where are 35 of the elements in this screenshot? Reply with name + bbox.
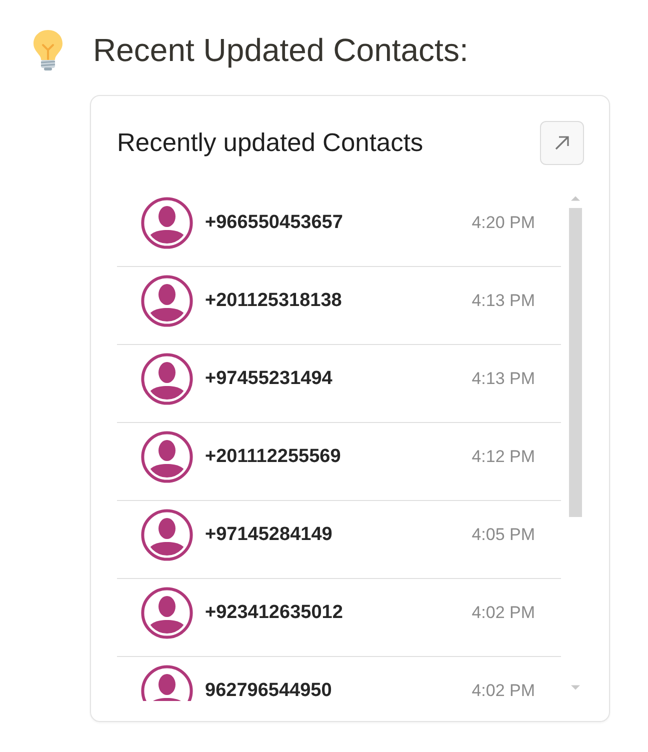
contact-time: 4:05 PM xyxy=(472,526,535,544)
scroll-up-arrow-icon[interactable] xyxy=(571,196,580,201)
expand-button[interactable] xyxy=(540,121,584,165)
contact-row[interactable]: 962796544950 4:02 PM xyxy=(117,657,561,701)
avatar-icon xyxy=(141,431,193,483)
contact-row[interactable]: +97145284149 4:05 PM xyxy=(117,501,561,579)
scroll-down-arrow-icon[interactable] xyxy=(571,685,580,690)
contact-phone: +97145284149 xyxy=(205,524,332,546)
contact-phone: +966550453657 xyxy=(205,212,343,234)
scrollbar-thumb[interactable] xyxy=(569,208,582,517)
avatar-icon xyxy=(141,197,193,249)
contact-time: 4:02 PM xyxy=(472,682,535,700)
contact-row[interactable]: +201125318138 4:13 PM xyxy=(117,267,561,345)
contact-row[interactable]: +966550453657 4:20 PM xyxy=(117,189,561,267)
contact-row[interactable]: +97455231494 4:13 PM xyxy=(117,345,561,423)
avatar-icon xyxy=(141,275,193,327)
contact-phone: +201125318138 xyxy=(205,290,342,312)
card-title: Recently updated Contacts xyxy=(117,128,424,158)
contact-phone: +201112255569 xyxy=(205,446,341,468)
section-heading: Recent Updated Contacts: xyxy=(93,31,468,69)
contact-phone: +97455231494 xyxy=(205,368,332,390)
contact-time: 4:12 PM xyxy=(472,448,535,466)
contact-time: 4:20 PM xyxy=(472,214,535,232)
avatar-icon xyxy=(141,509,193,561)
contact-phone: +923412635012 xyxy=(205,602,343,624)
contact-time: 4:02 PM xyxy=(472,604,535,622)
light-bulb-icon xyxy=(32,29,64,71)
contact-row[interactable]: +923412635012 4:02 PM xyxy=(117,579,561,657)
contact-row[interactable]: +201112255569 4:12 PM xyxy=(117,423,561,501)
arrow-up-right-icon xyxy=(554,135,570,151)
contact-time: 4:13 PM xyxy=(472,370,535,388)
avatar-icon xyxy=(141,587,193,639)
contact-phone: 962796544950 xyxy=(205,680,332,701)
contact-time: 4:13 PM xyxy=(472,292,535,310)
avatar-icon xyxy=(141,353,193,405)
